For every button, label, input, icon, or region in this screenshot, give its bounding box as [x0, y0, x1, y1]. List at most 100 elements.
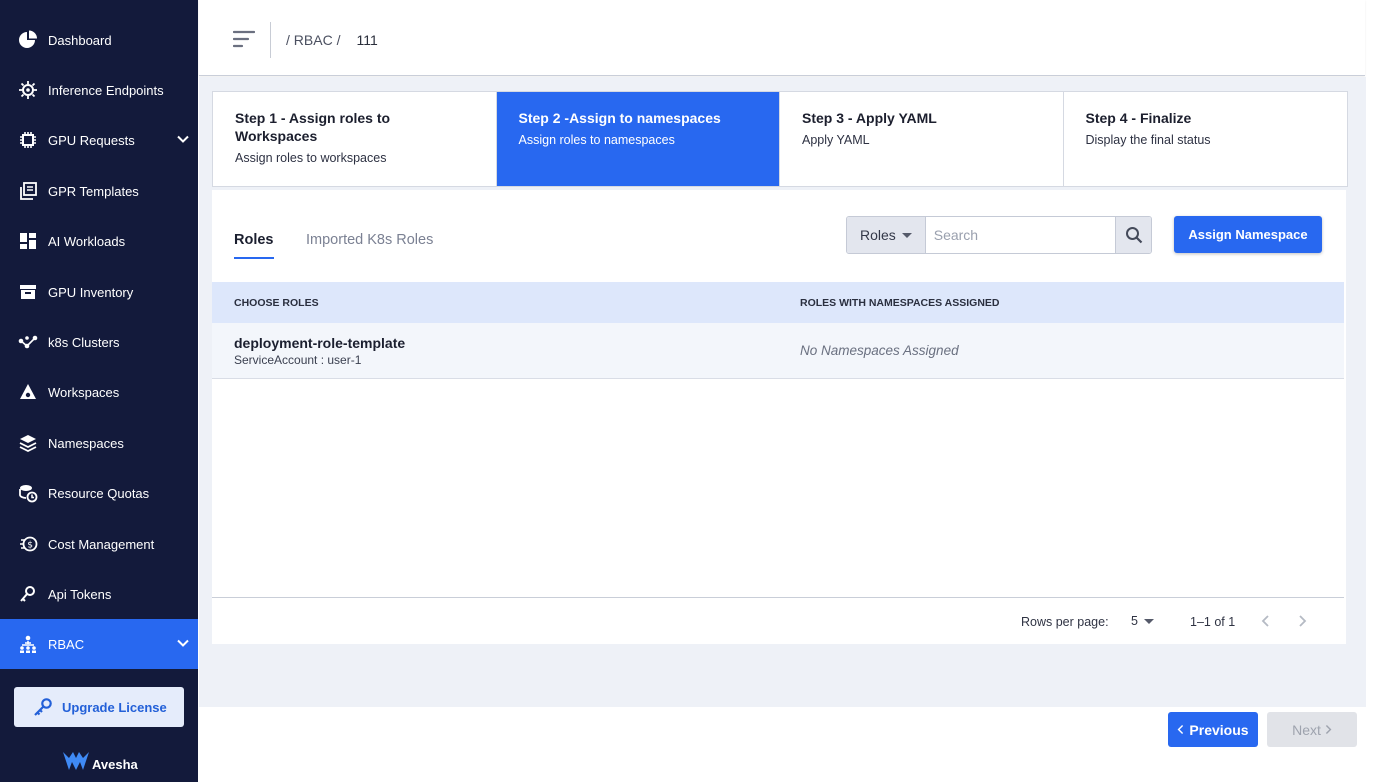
- chevron-right-icon[interactable]: [1294, 613, 1310, 629]
- step-subtitle: Assign roles to namespaces: [518, 133, 675, 147]
- svg-text:$: $: [27, 541, 33, 551]
- logo-text: Avesha: [92, 757, 138, 772]
- role-name: deployment-role-template: [234, 335, 406, 351]
- header-divider: [270, 22, 271, 58]
- step-1[interactable]: Step 1 - Assign roles to Workspaces Assi…: [213, 92, 497, 186]
- workspaces-icon: [17, 381, 39, 403]
- chip-icon: [17, 129, 39, 151]
- role-subject: ServiceAccount : user-1: [234, 353, 362, 367]
- step-title: Step 2 -Assign to namespaces: [518, 110, 721, 126]
- step-subtitle: Apply YAML: [802, 133, 870, 147]
- upgrade-license-label: Upgrade License: [62, 699, 167, 715]
- roles-filter-value: Roles: [859, 227, 896, 243]
- layers-icon: [17, 432, 39, 454]
- chevron-left-icon: [1178, 724, 1184, 735]
- tab-imported-k8s-roles[interactable]: Imported K8s Roles: [306, 232, 433, 248]
- sidebar-item-label: Inference Endpoints: [48, 82, 164, 98]
- sidebar-item-k8s-clusters[interactable]: k8s Clusters: [0, 317, 198, 367]
- active-tab-indicator: [234, 257, 274, 259]
- sidebar-item-workspaces[interactable]: Workspaces: [0, 367, 198, 417]
- col-roles-with-namespaces: ROLES WITH NAMESPACES ASSIGNED: [800, 296, 1000, 309]
- sidebar-item-rbac[interactable]: RBAC: [0, 619, 198, 669]
- sidebar-item-label: AI Workloads: [48, 233, 126, 249]
- sidebar-item-label: GPU Inventory: [48, 284, 134, 300]
- sidebar-item-namespaces[interactable]: Namespaces: [0, 418, 198, 468]
- sidebar-item-gpu-inventory[interactable]: GPU Inventory: [0, 267, 198, 317]
- col-choose-roles: CHOOSE ROLES: [234, 296, 319, 309]
- sidebar-item-label: RBAC: [48, 636, 85, 652]
- breadcrumb: / RBAC / 111: [286, 32, 378, 48]
- step-3[interactable]: Step 3 - Apply YAML Apply YAML: [780, 92, 1064, 186]
- search-icon: [1125, 227, 1142, 244]
- quota-clock-icon: [17, 482, 39, 504]
- rows-per-page-label: Rows per page:: [1021, 615, 1109, 629]
- step-subtitle: Display the final status: [1085, 133, 1211, 147]
- roles-filter-select[interactable]: Roles: [847, 217, 926, 253]
- role-namespaces: No Namespaces Assigned: [800, 343, 959, 358]
- step-subtitle: Assign roles to workspaces: [235, 151, 387, 165]
- table-pagination: Rows per page: 5 1–1 of 1: [212, 597, 1344, 644]
- dashboard-grid-icon: [17, 230, 39, 252]
- step-title: Step 4 - Finalize: [1085, 110, 1192, 126]
- search-button[interactable]: [1115, 217, 1151, 253]
- breadcrumb-current: 111: [356, 32, 378, 48]
- copy-icon: [17, 180, 39, 202]
- sidebar-item-resource-quotas[interactable]: Resource Quotas: [0, 468, 198, 518]
- sidebar-item-dashboard[interactable]: Dashboard: [0, 15, 198, 65]
- avesha-logo-icon: [63, 752, 89, 770]
- sidebar-item-label: GPU Requests: [48, 132, 135, 148]
- caret-down-icon: [901, 232, 912, 238]
- table-row[interactable]: deployment-role-template ServiceAccount …: [212, 323, 1344, 379]
- rows-per-page-select[interactable]: 5: [1131, 614, 1154, 628]
- key-icon: [34, 698, 52, 716]
- sidebar-item-gpr-templates[interactable]: GPR Templates: [0, 166, 198, 216]
- archive-box-icon: [17, 281, 39, 303]
- sidebar-item-ai-workloads[interactable]: AI Workloads: [0, 216, 198, 266]
- table-header: CHOOSE ROLES ROLES WITH NAMESPACES ASSIG…: [212, 282, 1344, 323]
- breadcrumb-rbac[interactable]: / RBAC /: [286, 32, 340, 48]
- rbac-people-icon: [17, 633, 39, 655]
- nodes-icon: [17, 331, 39, 353]
- sidebar-item-label: Namespaces: [48, 435, 124, 451]
- sidebar-item-inference-endpoints[interactable]: Inference Endpoints: [0, 65, 198, 115]
- assign-namespace-button[interactable]: Assign Namespace: [1174, 216, 1322, 253]
- step-title: Step 3 - Apply YAML: [802, 110, 937, 126]
- chevron-down-icon[interactable]: [176, 132, 190, 146]
- chevron-right-icon: [1325, 724, 1332, 735]
- key-icon: [17, 583, 39, 605]
- search-input[interactable]: [925, 217, 1116, 253]
- step-4[interactable]: Step 4 - Finalize Display the final stat…: [1064, 92, 1348, 186]
- next-label: Next: [1292, 721, 1321, 738]
- search-group: Roles: [846, 216, 1152, 254]
- sidebar-item-label: Cost Management: [48, 536, 155, 552]
- sidebar-item-cost-management[interactable]: $ Cost Management: [0, 519, 198, 569]
- upgrade-license-button[interactable]: Upgrade License: [14, 687, 184, 727]
- sidebar-item-api-tokens[interactable]: Api Tokens: [0, 569, 198, 619]
- next-button[interactable]: Next: [1267, 712, 1357, 747]
- stepper: Step 1 - Assign roles to Workspaces Assi…: [212, 91, 1348, 187]
- previous-label: Previous: [1189, 721, 1249, 738]
- pagination-range: 1–1 of 1: [1190, 615, 1236, 629]
- caret-down-icon: [1143, 618, 1154, 624]
- previous-button[interactable]: Previous: [1168, 712, 1258, 747]
- sidebar: Dashboard Inference Endpoints GPU Reques…: [0, 0, 198, 782]
- roles-panel: Roles Imported K8s Roles Roles Assign Na…: [212, 190, 1346, 644]
- chevron-left-icon[interactable]: [1258, 613, 1274, 629]
- top-header: / RBAC / 111: [199, 0, 1365, 76]
- rows-per-page-value: 5: [1131, 614, 1138, 628]
- step-2[interactable]: Step 2 -Assign to namespaces Assign role…: [496, 92, 780, 186]
- coins-icon: $: [17, 533, 39, 555]
- sidebar-item-label: k8s Clusters: [48, 334, 120, 350]
- step-title: Step 1 - Assign roles to Workspaces: [235, 110, 391, 144]
- sidebar-item-label: Api Tokens: [48, 586, 112, 602]
- menu-icon[interactable]: [233, 29, 255, 49]
- tab-roles[interactable]: Roles: [234, 232, 274, 248]
- sidebar-item-label: Dashboard: [48, 32, 112, 48]
- sidebar-item-label: Workspaces: [48, 384, 120, 400]
- pie-chart-icon: [17, 29, 39, 51]
- sidebar-item-label: GPR Templates: [48, 183, 139, 199]
- sidebar-item-label: Resource Quotas: [48, 485, 150, 501]
- chevron-down-icon[interactable]: [176, 636, 190, 650]
- sidebar-item-gpu-requests[interactable]: GPU Requests: [0, 115, 198, 165]
- chip-gear-icon: [17, 79, 39, 101]
